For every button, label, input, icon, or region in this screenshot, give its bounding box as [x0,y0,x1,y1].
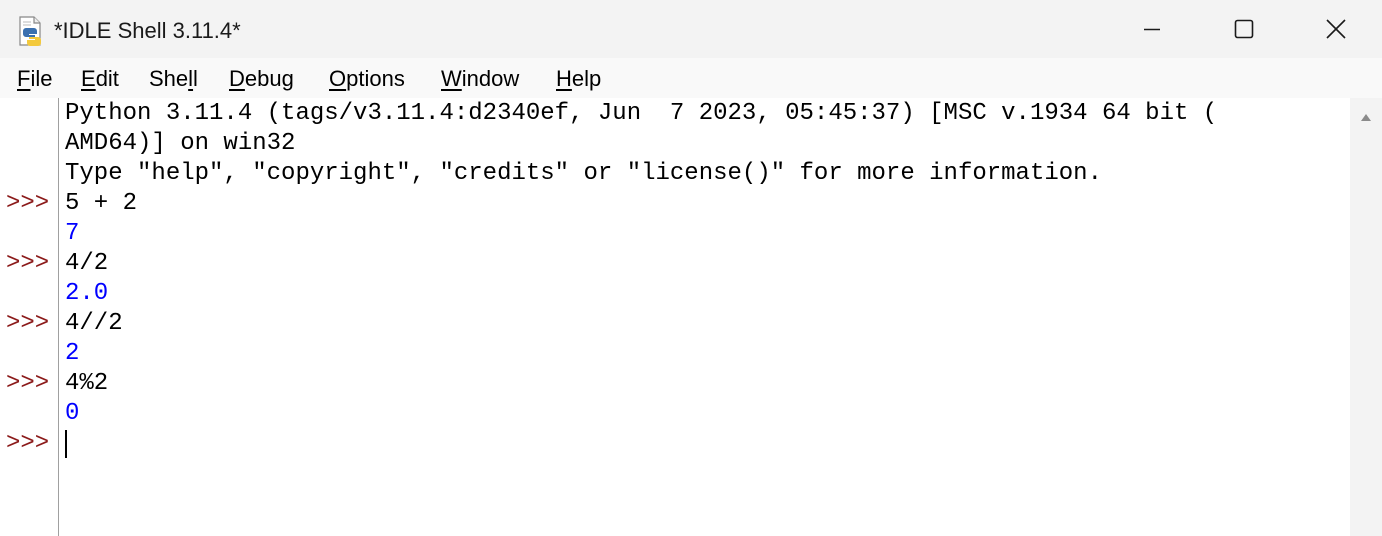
menu-shell-label-end: l [193,66,198,91]
menu-debug-label: ebug [244,66,294,91]
menu-window-mnemonic: W [441,66,462,91]
shell-text-area[interactable]: Python 3.11.4 (tags/v3.11.4:d2340ef, Jun… [59,98,1350,536]
menu-edit[interactable]: Edit [81,65,119,93]
output-line: 7 [65,220,80,247]
close-button[interactable] [1290,0,1382,58]
output-line: 0 [65,400,80,427]
input-line: 5 + 2 [65,190,138,217]
input-line: 4%2 [65,370,109,397]
text-cursor [65,430,67,458]
input-line: 4/2 [65,250,109,277]
idle-shell-window: *IDLE Shell 3.11.4* File Edit Shell Debu… [0,0,1382,536]
shell-prompt: >>> [6,430,50,457]
output-line: 2 [65,340,80,367]
menu-bar: File Edit Shell Debug Options Window Hel… [0,58,1382,98]
menu-file-mnemonic: F [17,66,31,91]
minimize-button[interactable] [1106,0,1198,58]
menu-options[interactable]: Options [329,65,405,93]
maximize-button[interactable] [1198,0,1290,58]
banner-line: Python 3.11.4 (tags/v3.11.4:d2340ef, Jun… [65,100,1218,127]
title-bar[interactable]: *IDLE Shell 3.11.4* [0,0,1382,58]
menu-options-label: ptions [346,66,405,91]
shell-area: >>> >>> >>> >>> >>> Python 3.11.4 (tags/… [0,98,1382,536]
shell-prompt: >>> [6,250,50,277]
menu-shell-label-start: She [149,66,189,91]
python-idle-icon [19,16,41,46]
prompt-gutter: >>> >>> >>> >>> >>> [0,98,58,536]
menu-debug[interactable]: Debug [229,65,294,93]
minimize-icon [1144,28,1160,31]
menu-edit-mnemonic: E [81,66,96,91]
menu-help[interactable]: Help [556,65,601,93]
input-line: 4//2 [65,310,123,337]
menu-file[interactable]: File [17,65,52,93]
shell-prompt: >>> [6,190,50,217]
banner-line: AMD64)] on win32 [65,130,296,157]
banner-line: Type "help", "copyright", "credits" or "… [65,160,1102,187]
menu-help-mnemonic: H [556,66,572,91]
menu-shell[interactable]: Shell [149,65,198,93]
scroll-up-arrow-icon[interactable] [1358,110,1374,124]
maximize-icon [1234,19,1254,39]
menu-help-label: elp [571,66,602,91]
menu-options-mnemonic: O [329,66,347,91]
menu-window-label: indow [461,66,520,91]
output-line: 2.0 [65,280,109,307]
close-icon [1326,19,1346,39]
shell-prompt: >>> [6,370,50,397]
window-title: *IDLE Shell 3.11.4* [54,18,241,43]
menu-edit-label: dit [95,66,119,91]
menu-window[interactable]: Window [441,65,519,93]
menu-debug-mnemonic: D [229,66,245,91]
vertical-scrollbar[interactable] [1350,98,1382,536]
shell-prompt: >>> [6,310,50,337]
menu-file-label: ile [30,66,53,91]
